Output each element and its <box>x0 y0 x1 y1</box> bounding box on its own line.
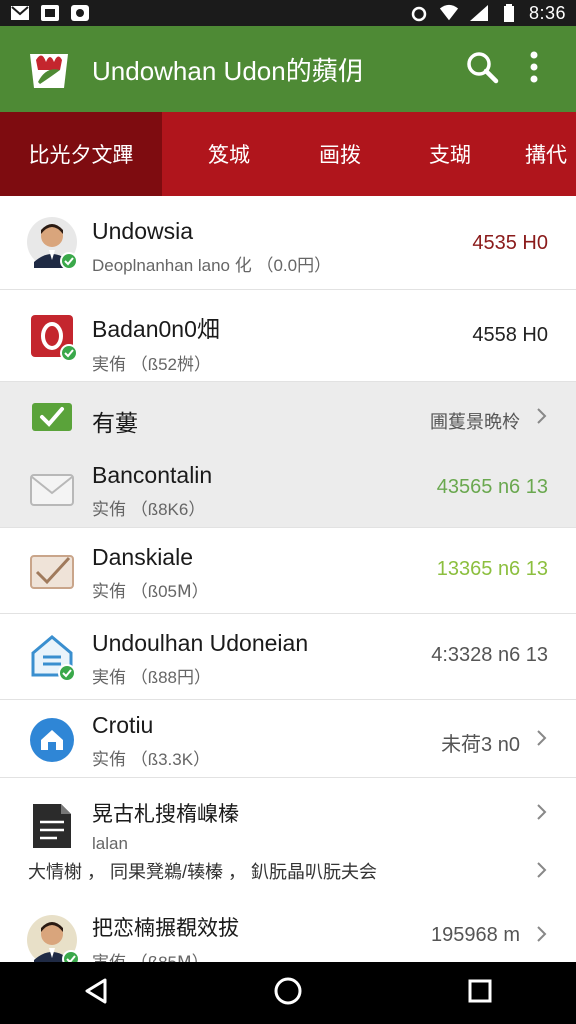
mail-icon <box>26 464 78 516</box>
row-subtitle: 实侑 （ß05Ⅿ） <box>92 582 209 601</box>
tab-1[interactable]: 比光夕文蹕 <box>0 112 162 196</box>
wifi-icon <box>439 4 459 22</box>
section-header[interactable]: 有蔞 圃蒦景晩柃 <box>0 382 576 450</box>
row-title: Undoulhan Udoneian <box>92 630 309 656</box>
row-value: 13365 n6 13 <box>436 558 548 580</box>
row-value: 未荷3 n0 <box>441 734 520 756</box>
row-title: Badan0n0畑 <box>92 316 220 342</box>
row-title: 晃古札搜楕嵲榛 <box>92 803 239 826</box>
home-icon <box>273 976 303 1011</box>
system-nav-bar <box>0 962 576 1024</box>
signal-icon <box>469 4 489 22</box>
row-extra-text: 大情榭 ， 同果凳鵜/辏榛 ， 釟朊晶叭朊夫会 <box>28 862 378 882</box>
check-badge-icon <box>58 664 76 682</box>
avatar <box>26 914 80 962</box>
row-value: 4:3328 n6 13 <box>431 644 548 666</box>
home-check-icon <box>26 630 78 682</box>
row-subtitle: 実侑 （ß88円） <box>92 668 212 687</box>
row-value: 195968 m <box>431 924 520 946</box>
check-badge-icon <box>60 252 78 270</box>
recents-icon <box>467 978 493 1009</box>
row-value: 43565 n6 13 <box>436 476 548 498</box>
row-subtitle: lalan <box>92 834 128 853</box>
row-subtitle: 实侑 （ß3.3K） <box>92 750 211 769</box>
row-title: Bancontalin <box>92 462 213 488</box>
overflow-menu-button[interactable] <box>508 43 560 95</box>
list: Undowsia Deoplnanhan lano 化 （0.0円） 4535 … <box>0 196 576 962</box>
row-title: Danskiale <box>92 544 193 570</box>
mail-icon <box>10 4 30 22</box>
section-title: 有蔞 <box>92 410 138 436</box>
app-title: Undowhan Udon的蘋仴 <box>92 55 364 86</box>
logo-icon <box>24 47 74 91</box>
list-item[interactable]: Crotiu 实侑 （ß3.3K） 未荷3 n0 <box>0 700 576 778</box>
chevron-right-icon <box>536 860 550 880</box>
list-item[interactable]: 晃古札搜楕嵲榛 lalan 大情榭 ， 同果凳鵜/辏榛 ， 釟朊晶叭朊夫会 <box>0 778 576 902</box>
row-title: Undowsia <box>92 218 193 244</box>
row-subtitle: 実侑 （ß85Ⅿ） <box>92 948 239 962</box>
status-bar: 8:36 <box>0 0 576 26</box>
checkbox-icon <box>26 390 78 442</box>
chevron-right-icon <box>536 728 550 748</box>
search-button[interactable] <box>456 43 508 95</box>
list-item[interactable]: 把恋楠搌覩效拔 実侑 （ß85Ⅿ） 195968 m <box>0 902 576 962</box>
row-subtitle: Deoplnanhan lano 化 （0.0円） <box>92 256 332 275</box>
row-value: 4535 H0 <box>472 232 548 254</box>
document-icon <box>26 800 78 852</box>
tab-2[interactable]: 笈城 <box>162 112 296 196</box>
chevron-right-icon <box>536 924 550 944</box>
list-item[interactable]: Bancontalin 实侑 （ß8K6） 43565 n6 13 <box>0 450 576 528</box>
image-icon <box>40 4 60 22</box>
tab-3[interactable]: 画拨 <box>296 112 384 196</box>
app-bar: Undowhan Udon的蘋仴 <box>0 26 576 112</box>
row-subtitle: 实侑 （ß8K6） <box>92 500 206 519</box>
list-item[interactable]: Undoulhan Udoneian 実侑 （ß88円） 4:3328 n6 1… <box>0 614 576 700</box>
tab-4[interactable]: 支瑚 <box>384 112 516 196</box>
battery-icon <box>499 4 519 22</box>
row-value: 4558 H0 <box>472 324 548 346</box>
list-item[interactable]: Badan0n0畑 実侑 （ß52桝） 4558 H0 <box>0 290 576 382</box>
chevron-right-icon <box>536 406 550 426</box>
list-item[interactable]: Undowsia Deoplnanhan lano 化 （0.0円） 4535 … <box>0 196 576 290</box>
overflow-menu-icon <box>529 51 539 88</box>
home-button[interactable] <box>258 968 318 1018</box>
check-badge-icon <box>60 344 78 362</box>
recents-button[interactable] <box>450 968 510 1018</box>
row-subtitle: 実侑 （ß52桝） <box>92 355 212 374</box>
section-action: 圃蒦景晩柃 <box>430 412 520 432</box>
list-item[interactable]: Danskiale 实侑 （ß05Ⅿ） 13365 n6 13 <box>0 528 576 614</box>
alarm-icon <box>409 4 429 22</box>
check-badge-icon <box>62 950 80 962</box>
camera-icon <box>70 4 90 22</box>
back-button[interactable] <box>66 968 126 1018</box>
envelope-check-icon <box>26 546 78 598</box>
tab-5[interactable]: 搆代 <box>516 112 576 196</box>
tab-bar: 比光夕文蹕 笈城 画拨 支瑚 搆代 <box>0 112 576 196</box>
home-circle-icon <box>26 714 78 766</box>
row-title: 把恋楠搌覩效拔 <box>92 917 239 940</box>
status-time: 8:36 <box>528 2 566 23</box>
chevron-right-icon <box>536 802 550 822</box>
row-title: Crotiu <box>92 712 154 738</box>
search-icon <box>465 50 499 89</box>
back-icon <box>83 977 109 1010</box>
app-red-icon <box>26 310 78 362</box>
avatar <box>26 216 78 270</box>
